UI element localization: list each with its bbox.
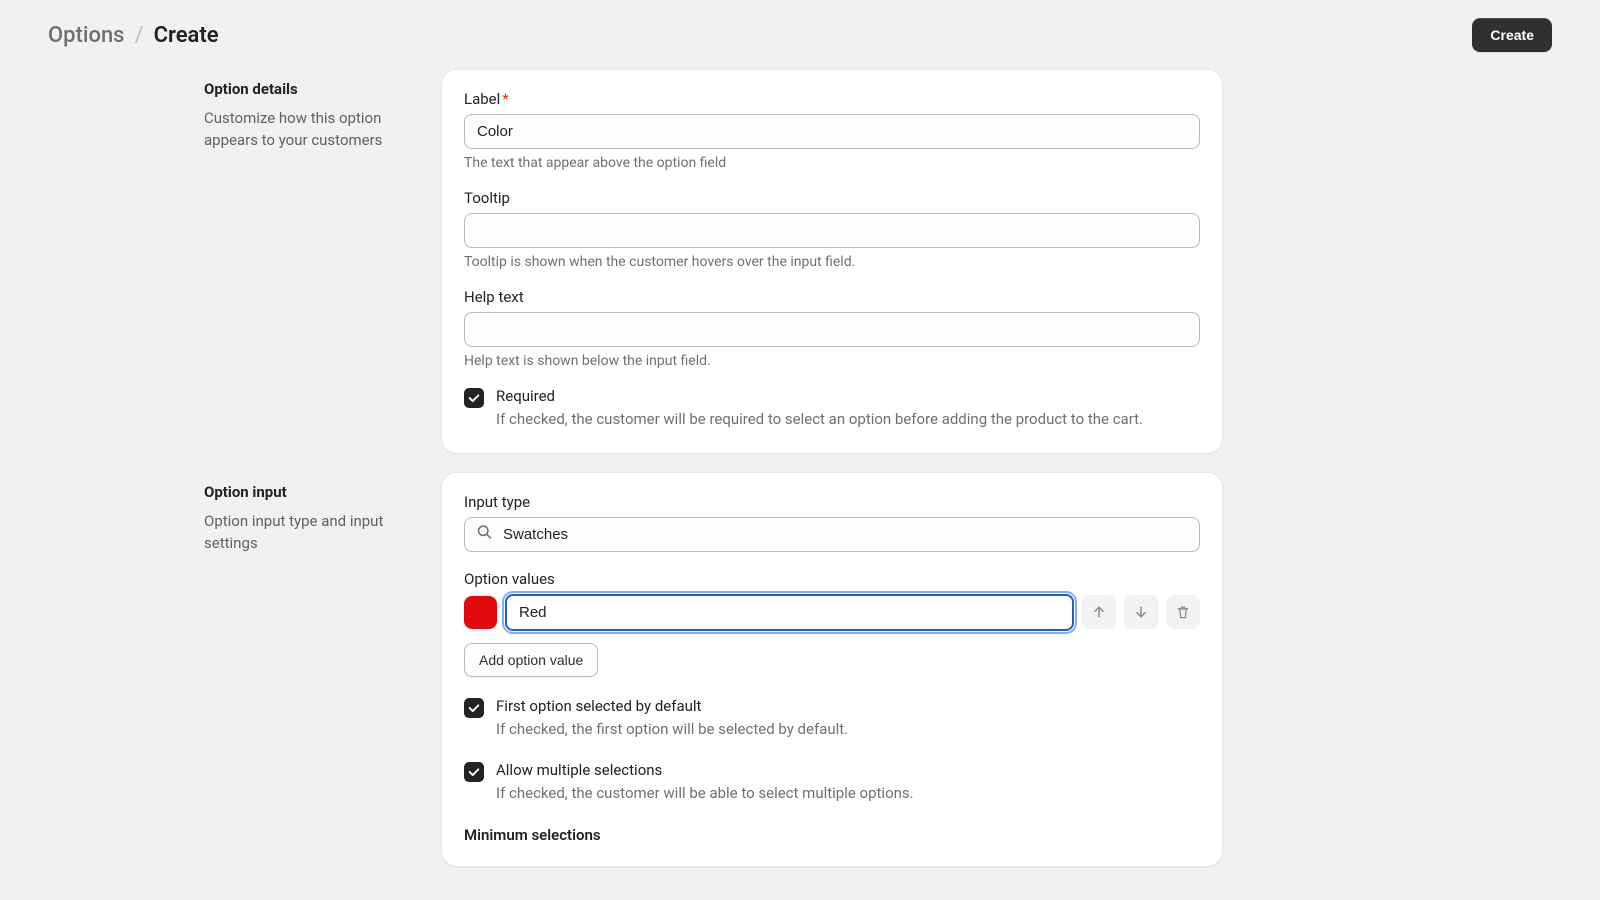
breadcrumb-parent[interactable]: Options (48, 23, 125, 48)
card-option-input: Input type Option values (442, 473, 1222, 867)
swatch-color[interactable] (464, 596, 497, 629)
required-checkbox[interactable] (464, 388, 484, 408)
arrow-up-icon (1091, 604, 1107, 620)
option-values-label: Option values (464, 570, 1200, 588)
label-input[interactable] (464, 114, 1200, 149)
move-down-button[interactable] (1124, 595, 1158, 629)
section-title-details: Option details (204, 80, 418, 98)
breadcrumb-current: Create (154, 23, 219, 48)
label-field-label: Label* (464, 90, 1200, 108)
option-value-row (464, 594, 1200, 631)
input-type-label: Input type (464, 493, 1200, 511)
tooltip-input[interactable] (464, 213, 1200, 248)
input-type-select[interactable] (464, 517, 1200, 552)
breadcrumb-separator: / (135, 23, 144, 48)
check-icon (467, 701, 481, 715)
check-icon (467, 765, 481, 779)
required-label: Required (496, 387, 1200, 405)
allow-multiple-label: Allow multiple selections (496, 761, 1200, 779)
allow-multiple-desc: If checked, the customer will be able to… (496, 783, 1200, 805)
breadcrumb: Options / Create (48, 23, 219, 48)
helptext-help: Help text is shown below the input field… (464, 353, 1200, 369)
search-icon (476, 524, 493, 545)
section-option-details: Option details Customize how this option… (48, 70, 1552, 453)
section-option-input: Option input Option input type and input… (48, 473, 1552, 867)
first-selected-desc: If checked, the first option will be sel… (496, 719, 1200, 741)
tooltip-field-label: Tooltip (464, 189, 1200, 207)
check-icon (467, 391, 481, 405)
move-up-button[interactable] (1082, 595, 1116, 629)
option-value-input[interactable] (505, 594, 1074, 631)
tooltip-help: Tooltip is shown when the customer hover… (464, 254, 1200, 270)
first-selected-label: First option selected by default (496, 697, 1200, 715)
add-option-value-button[interactable]: Add option value (464, 643, 598, 677)
section-title-input: Option input (204, 483, 418, 501)
arrow-down-icon (1133, 604, 1149, 620)
required-asterisk: * (502, 90, 508, 108)
label-help: The text that appear above the option fi… (464, 155, 1200, 171)
allow-multiple-checkbox[interactable] (464, 762, 484, 782)
first-selected-checkbox[interactable] (464, 698, 484, 718)
trash-icon (1175, 604, 1191, 620)
card-option-details: Label* The text that appear above the op… (442, 70, 1222, 453)
page-header: Options / Create Create (0, 0, 1600, 70)
required-desc: If checked, the customer will be require… (496, 409, 1200, 431)
section-desc-input: Option input type and input settings (204, 511, 418, 555)
min-selections-label: Minimum selections (464, 826, 1200, 844)
delete-value-button[interactable] (1166, 595, 1200, 629)
section-desc-details: Customize how this option appears to you… (204, 108, 418, 152)
create-button[interactable]: Create (1472, 18, 1552, 52)
helptext-input[interactable] (464, 312, 1200, 347)
helptext-field-label: Help text (464, 288, 1200, 306)
